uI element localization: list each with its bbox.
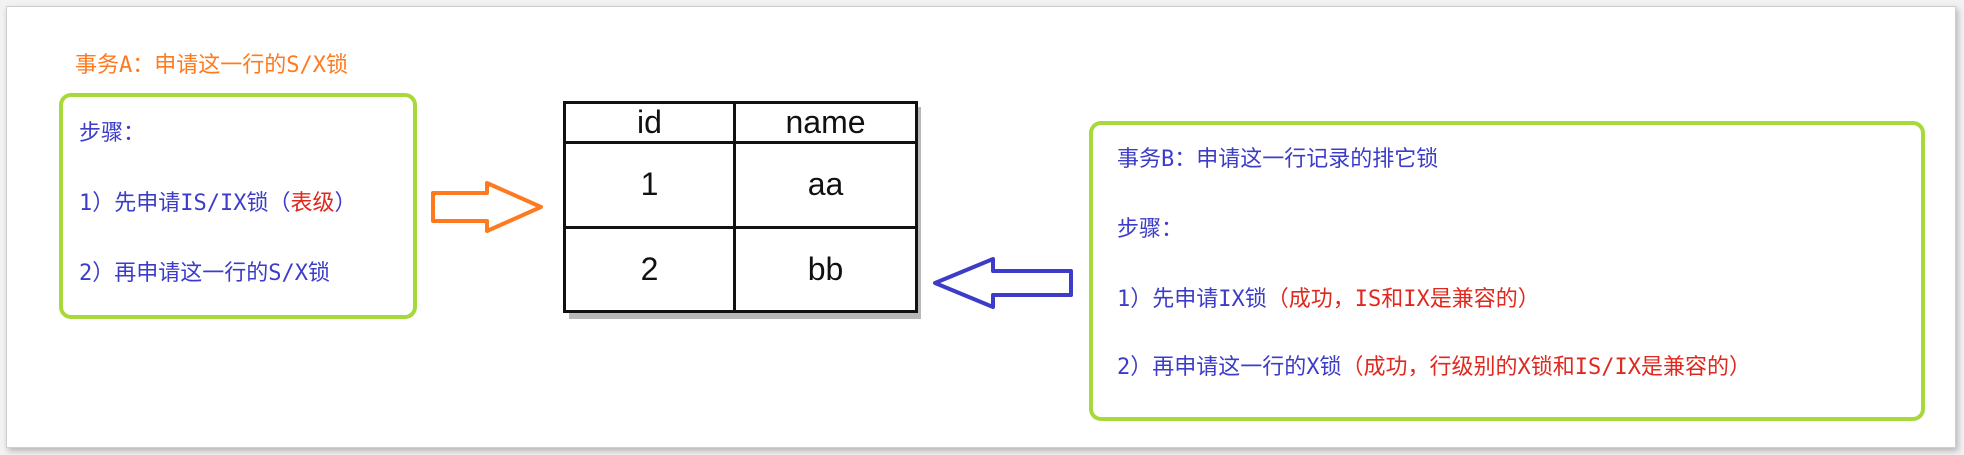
transaction-a-step-1-prefix: 1）先申请IS/IX锁（ xyxy=(79,191,291,216)
transaction-a-step-2: 2）再申请这一行的S/X锁 xyxy=(79,261,330,286)
data-table: id name 1 aa 2 bb xyxy=(563,101,918,313)
transaction-b-title: 事务B：申请这一行记录的排它锁 xyxy=(1117,147,1439,172)
table-cell-name: aa xyxy=(733,141,918,229)
transaction-b-steps-heading: 步骤： xyxy=(1117,217,1184,242)
table-cell-id: 1 xyxy=(563,141,736,229)
column-header-id: id xyxy=(563,101,736,144)
table-cell-id: 2 xyxy=(563,225,736,313)
transaction-a-box: 步骤： 1）先申请IS/IX锁（表级） 2）再申请这一行的S/X锁 xyxy=(59,93,417,319)
transaction-b-step-1-prefix: 1）先申请IX锁 xyxy=(1117,287,1267,312)
right-arrow-icon xyxy=(431,181,543,233)
data-table-container: id name 1 aa 2 bb xyxy=(563,101,918,313)
transaction-a-step-1-note: 表级 xyxy=(290,191,335,216)
transaction-a-step-1-suffix: ） xyxy=(334,191,357,216)
transaction-a-title: 事务A：申请这一行的S/X锁 xyxy=(75,53,348,78)
table-cell-name: bb xyxy=(733,225,918,313)
table-header-row: id name xyxy=(563,101,918,144)
transaction-b-step-1: 1）先申请IX锁（成功，IS和IX是兼容的） xyxy=(1117,289,1540,311)
transaction-b-step-1-note: （成功，IS和IX是兼容的） xyxy=(1266,287,1540,312)
left-arrow-icon xyxy=(933,257,1073,309)
diagram-canvas: 事务A：申请这一行的S/X锁 步骤： 1）先申请IS/IX锁（表级） 2）再申请… xyxy=(6,6,1956,448)
table-row: 2 bb xyxy=(563,225,918,313)
column-header-name: name xyxy=(733,101,918,144)
table-row: 1 aa xyxy=(563,141,918,229)
transaction-a-steps-heading: 步骤： xyxy=(79,121,146,146)
transaction-b-step-2: 2）再申请这一行的X锁（成功，行级别的X锁和IS/IX是兼容的） xyxy=(1117,357,1751,379)
transaction-b-box: 事务B：申请这一行记录的排它锁 步骤： 1）先申请IX锁（成功，IS和IX是兼容… xyxy=(1089,121,1925,421)
transaction-b-step-2-note: （成功，行级别的X锁和IS/IX是兼容的） xyxy=(1341,355,1751,380)
transaction-b-step-2-prefix: 2）再申请这一行的X锁 xyxy=(1117,355,1342,380)
transaction-a-step-1: 1）先申请IS/IX锁（表级） xyxy=(79,193,357,215)
